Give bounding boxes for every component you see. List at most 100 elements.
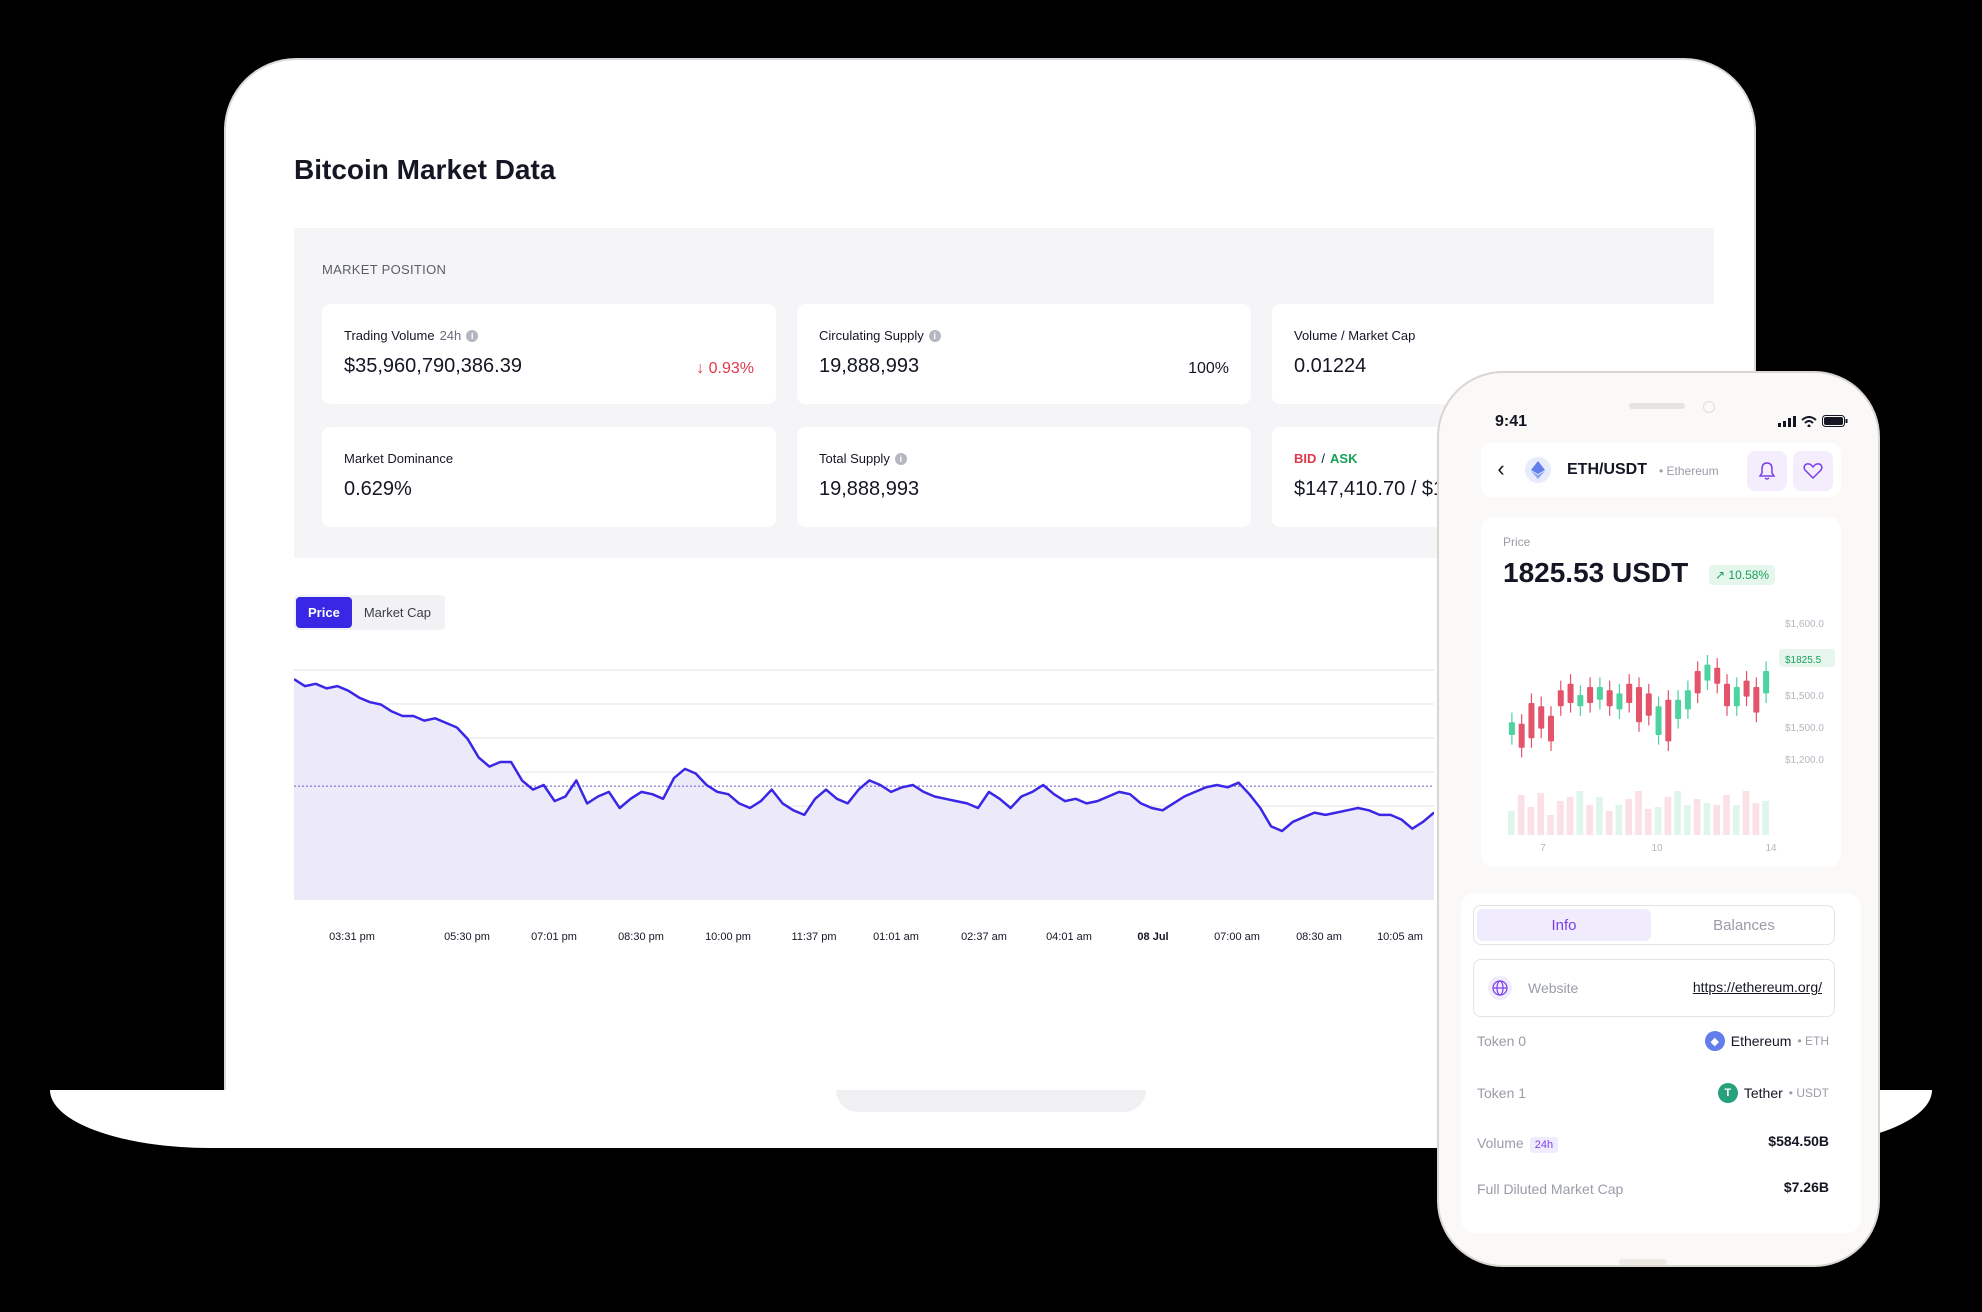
candle-body xyxy=(1626,683,1633,703)
phone-device: 9:41 ‹ ETH/USDT • Ethereum Price 1825.53… xyxy=(1437,371,1880,1267)
volume-bar xyxy=(1556,801,1564,835)
volume-bar xyxy=(1586,805,1593,835)
volume-bar xyxy=(1635,791,1642,835)
market-dominance-card: Market Dominance 0.629% xyxy=(322,427,776,527)
volume-bar xyxy=(1517,795,1525,835)
stat-label: Volume / Market Cap xyxy=(1294,328,1416,343)
volume-bar xyxy=(1752,803,1760,835)
signal-icon xyxy=(1778,416,1796,427)
x-tick-label: 08:30 pm xyxy=(618,931,664,943)
pair-network: • Ethereum xyxy=(1659,464,1719,478)
camera-dot xyxy=(1703,401,1715,413)
x-tick-label: 04:01 am xyxy=(1046,931,1092,943)
info-icon[interactable]: i xyxy=(928,329,941,342)
candle-body xyxy=(1694,671,1701,694)
candle-body xyxy=(1743,680,1750,697)
tab-market-cap[interactable]: Market Cap xyxy=(352,597,443,628)
volume-bar xyxy=(1693,799,1701,835)
candle-body xyxy=(1655,706,1662,735)
candle-body xyxy=(1665,699,1672,742)
volume-bar xyxy=(1664,797,1672,835)
total-supply-card: Total Supply i 19,888,993 xyxy=(797,427,1251,527)
area-fill xyxy=(294,679,1434,900)
token0-symbol: • ETH xyxy=(1797,1034,1829,1048)
candle-body xyxy=(1636,687,1642,723)
section-label: MARKET POSITION xyxy=(322,262,447,277)
token0-row: Token 0 ◆ Ethereum • ETH xyxy=(1477,1031,1829,1055)
volume-bar xyxy=(1684,805,1691,835)
globe-icon xyxy=(1488,976,1512,1000)
volume-bar xyxy=(1537,793,1545,835)
candle-body xyxy=(1675,699,1682,719)
home-indicator xyxy=(1619,1259,1667,1265)
tab-balances[interactable]: Balances xyxy=(1657,909,1831,941)
candle-body xyxy=(1538,706,1545,729)
price-label: Price xyxy=(1503,535,1531,549)
price-change-badge: ↗ 10.58% xyxy=(1709,565,1776,585)
back-icon[interactable]: ‹ xyxy=(1489,456,1513,481)
pair-header: ‹ ETH/USDT • Ethereum xyxy=(1481,443,1841,497)
bell-icon[interactable] xyxy=(1747,451,1787,491)
volume-period-badge: 24h xyxy=(1529,1137,1559,1153)
volume-bar xyxy=(1674,791,1681,835)
x-tick-label: 07:00 am xyxy=(1214,931,1260,943)
candle-body xyxy=(1763,671,1770,694)
candle-body xyxy=(1528,703,1535,739)
volume-bar xyxy=(1605,811,1613,835)
candle-body xyxy=(1753,687,1760,713)
x-tick-label: 02:37 am xyxy=(961,931,1007,943)
bid-label: BID xyxy=(1294,451,1317,466)
price-card: Price 1825.53 USDT ↗ 10.58% $1,600.0 $182… xyxy=(1481,517,1841,867)
page-title: Bitcoin Market Data xyxy=(294,154,556,185)
candle-body xyxy=(1577,695,1584,707)
candle-body xyxy=(1567,683,1574,703)
x-tick-label: 10:05 am xyxy=(1377,931,1423,943)
tab-info[interactable]: Info xyxy=(1477,909,1651,941)
token0-name: Ethereum xyxy=(1730,1033,1792,1049)
token0-label: Token 0 xyxy=(1477,1033,1527,1049)
volume-row: Volume 24h $584.50B xyxy=(1477,1133,1829,1157)
ethereum-icon: ◆ xyxy=(1704,1031,1725,1051)
change-indicator: ↓ 0.93% xyxy=(696,360,754,377)
price-tick-label: $1825.5 xyxy=(1785,655,1822,666)
laptop-notch xyxy=(836,1090,1146,1112)
x-tick-label: 7 xyxy=(1540,843,1546,854)
x-tick-label: 03:31 pm xyxy=(329,931,375,943)
info-icon[interactable]: i xyxy=(894,452,907,465)
x-tick-label: 07:01 pm xyxy=(531,931,577,943)
pair-name: ETH/USDT xyxy=(1567,461,1647,478)
candle-body xyxy=(1557,690,1564,707)
volume-bar xyxy=(1762,801,1769,835)
volume-bar xyxy=(1615,805,1623,835)
token1-row: Token 1 T Tether • USDT xyxy=(1477,1083,1829,1107)
ask-label: ASK xyxy=(1330,451,1358,466)
volume-bar xyxy=(1723,795,1730,835)
website-link[interactable]: https://ethereum.org/ xyxy=(1693,979,1822,995)
volume-bar xyxy=(1742,791,1750,835)
website-label: Website xyxy=(1528,980,1579,996)
tab-price[interactable]: Price xyxy=(296,597,352,628)
info-icon[interactable]: i xyxy=(466,329,479,342)
stat-label: Total Supply xyxy=(819,451,890,466)
heart-icon[interactable] xyxy=(1793,451,1833,491)
stat-label: Circulating Supply xyxy=(819,328,924,343)
x-tick-label: 05:30 pm xyxy=(444,931,490,943)
candle-body xyxy=(1508,722,1515,735)
candle-body xyxy=(1587,687,1594,703)
fdmc-value: $7.26B xyxy=(1783,1179,1829,1195)
volume-label: Volume xyxy=(1477,1135,1524,1151)
chart-tabs: Price Market Cap xyxy=(294,595,446,630)
bid-ask-separator: / xyxy=(1321,451,1326,466)
candlestick-chart: $1,600.0 $1825.5 $1,500.0 $1,500.0 $1,200.0 7… xyxy=(1508,619,1835,854)
x-tick-label: 11:37 pm xyxy=(791,931,837,943)
stat-value: 19,888,993 xyxy=(819,478,920,500)
x-tick-label: 14 xyxy=(1765,843,1777,854)
volume-bar xyxy=(1576,791,1584,835)
website-row: Website https://ethereum.org/ xyxy=(1473,959,1835,1017)
volume-bar xyxy=(1644,809,1652,835)
fdmc-label: Full Diluted Market Cap xyxy=(1477,1181,1624,1197)
candle-body xyxy=(1645,693,1652,716)
candle-body xyxy=(1518,723,1525,748)
stat-label: Trading Volume xyxy=(344,328,435,343)
stat-value: $35,960,790,386.39 xyxy=(344,355,522,377)
